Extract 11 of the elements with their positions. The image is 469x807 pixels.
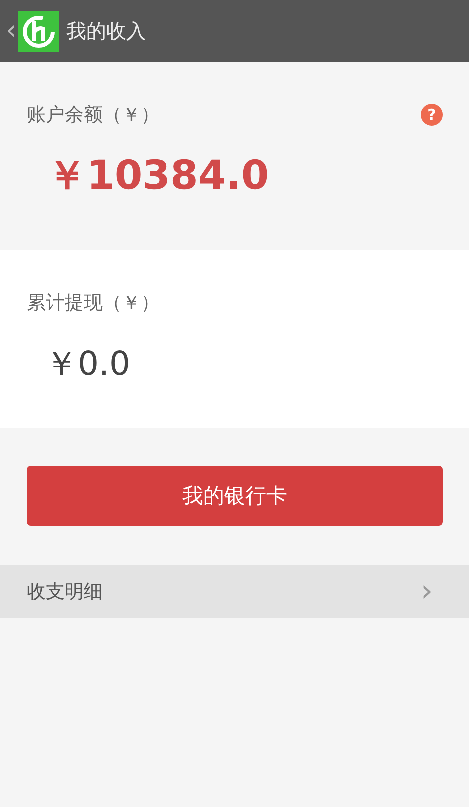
bank-card-button[interactable]: 我的银行卡 xyxy=(27,466,443,526)
app-logo-icon xyxy=(18,10,60,52)
chevron-icon[interactable]: › xyxy=(421,576,433,606)
withdrawn-label: 累计提现（￥） xyxy=(27,291,160,316)
details-label[interactable]: 收支明细 xyxy=(27,578,103,604)
page-title: 我的收入 xyxy=(66,18,146,44)
balance-label: 账户余额（￥） xyxy=(27,103,160,128)
back-icon[interactable]: ‹ xyxy=(6,18,16,44)
withdrawn-amount: ￥0.0 xyxy=(45,343,130,385)
balance-amount: ￥10384.0 xyxy=(47,152,270,201)
help-icon[interactable]: ? xyxy=(421,104,443,126)
